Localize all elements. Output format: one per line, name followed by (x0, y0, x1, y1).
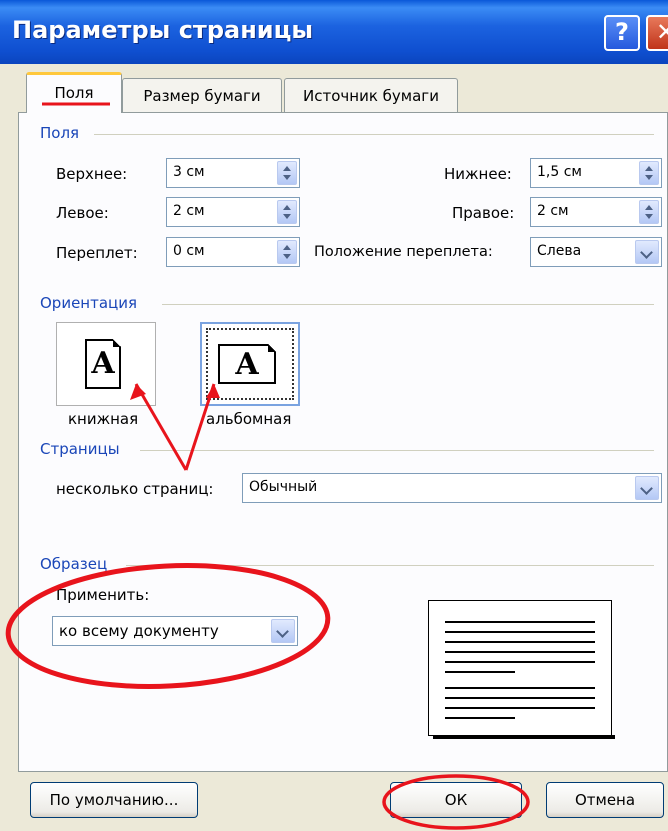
help-icon: ? (615, 18, 629, 46)
button-label: По умолчанию... (49, 791, 179, 809)
button-label: Отмена (574, 791, 636, 809)
divider (140, 450, 654, 451)
preview-line (445, 697, 595, 699)
apply-label: Применить: (56, 586, 150, 604)
tab-paper-source[interactable]: Источник бумаги (284, 78, 458, 112)
right-margin-field[interactable]: 2 см (530, 197, 662, 227)
landscape-page-icon: A (218, 344, 276, 384)
portrait-option[interactable]: A (56, 322, 156, 406)
portrait-label: книжная (68, 410, 139, 428)
gutter-position-select[interactable]: Слева (530, 237, 662, 267)
spin-up-icon (283, 166, 291, 171)
cancel-button[interactable]: Отмена (546, 782, 664, 818)
spin-up-icon (283, 205, 291, 210)
page-glyph-letter: A (91, 346, 115, 381)
ok-button[interactable]: ОК (390, 782, 522, 818)
orientation-group-label: Ориентация (40, 294, 138, 312)
chevron-down-icon[interactable] (635, 240, 659, 264)
divider (126, 565, 654, 566)
top-margin-field[interactable]: 3 см (166, 158, 300, 188)
chevron-down-icon[interactable] (271, 619, 295, 643)
gutter-field[interactable]: 0 см (166, 237, 300, 267)
preview-line (445, 671, 515, 673)
gutter-spinner[interactable] (277, 240, 297, 264)
multiple-pages-label: несколько страниц: (56, 480, 214, 498)
portrait-page-icon: A (85, 339, 121, 389)
spin-up-icon (283, 245, 291, 250)
bottom-margin-label: Нижнее: (444, 165, 512, 183)
field-value: Слева (537, 243, 582, 259)
top-margin-label: Верхнее: (56, 165, 128, 183)
divider (162, 304, 654, 305)
tab-paper-size[interactable]: Размер бумаги (122, 78, 282, 112)
tab-label: Поля (54, 84, 94, 102)
left-margin-field[interactable]: 2 см (166, 197, 300, 227)
gutter-position-label: Положение переплета: (314, 244, 493, 260)
window-title: Параметры страницы (12, 16, 314, 44)
close-button[interactable]: ✕ (646, 15, 668, 51)
right-margin-label: Правое: (452, 204, 515, 222)
default-button[interactable]: По умолчанию... (30, 782, 198, 818)
gutter-label: Переплет: (56, 244, 138, 262)
page-glyph-letter: A (235, 347, 259, 382)
bottom-margin-spinner[interactable] (639, 161, 659, 185)
multiple-pages-select[interactable]: Обычный (242, 473, 662, 503)
preview-line (445, 631, 595, 633)
pages-group-label: Страницы (40, 440, 120, 458)
divider (94, 134, 654, 135)
field-value: 2 см (537, 203, 569, 219)
field-value: ко всему документу (59, 622, 219, 640)
field-value: 1,5 см (537, 164, 582, 180)
spin-down-icon (645, 214, 653, 219)
preview-line (445, 621, 595, 623)
preview-line (445, 707, 595, 709)
left-margin-spinner[interactable] (277, 200, 297, 224)
sample-group-label: Образец (40, 555, 108, 573)
preview-line (445, 641, 595, 643)
field-value: Обычный (249, 479, 318, 495)
page-preview (428, 600, 615, 739)
top-margin-spinner[interactable] (277, 161, 297, 185)
bottom-margin-field[interactable]: 1,5 см (530, 158, 662, 188)
apply-select[interactable]: ко всему документу (52, 616, 298, 646)
field-value: 0 см (173, 243, 205, 259)
preview-line (445, 687, 595, 689)
tab-label: Источник бумаги (303, 87, 439, 105)
tab-label: Размер бумаги (143, 87, 261, 105)
button-label: ОК (444, 791, 468, 809)
tab-margins[interactable]: Поля (26, 72, 122, 113)
preview-line (445, 717, 515, 719)
spin-down-icon (283, 214, 291, 219)
spin-down-icon (283, 175, 291, 180)
spin-down-icon (645, 175, 653, 180)
field-value: 2 см (173, 203, 205, 219)
spin-up-icon (645, 166, 653, 171)
help-button[interactable]: ? (604, 15, 640, 51)
margins-group-label: Поля (40, 124, 80, 142)
landscape-option[interactable]: A (200, 322, 300, 406)
right-margin-spinner[interactable] (639, 200, 659, 224)
close-icon: ✕ (655, 18, 668, 46)
landscape-label: альбомная (206, 410, 292, 428)
chevron-down-icon[interactable] (635, 476, 659, 500)
spin-down-icon (283, 254, 291, 259)
spin-up-icon (645, 205, 653, 210)
field-value: 3 см (173, 164, 205, 180)
preview-line (445, 651, 595, 653)
left-margin-label: Левое: (56, 204, 109, 222)
preview-line (445, 661, 595, 663)
